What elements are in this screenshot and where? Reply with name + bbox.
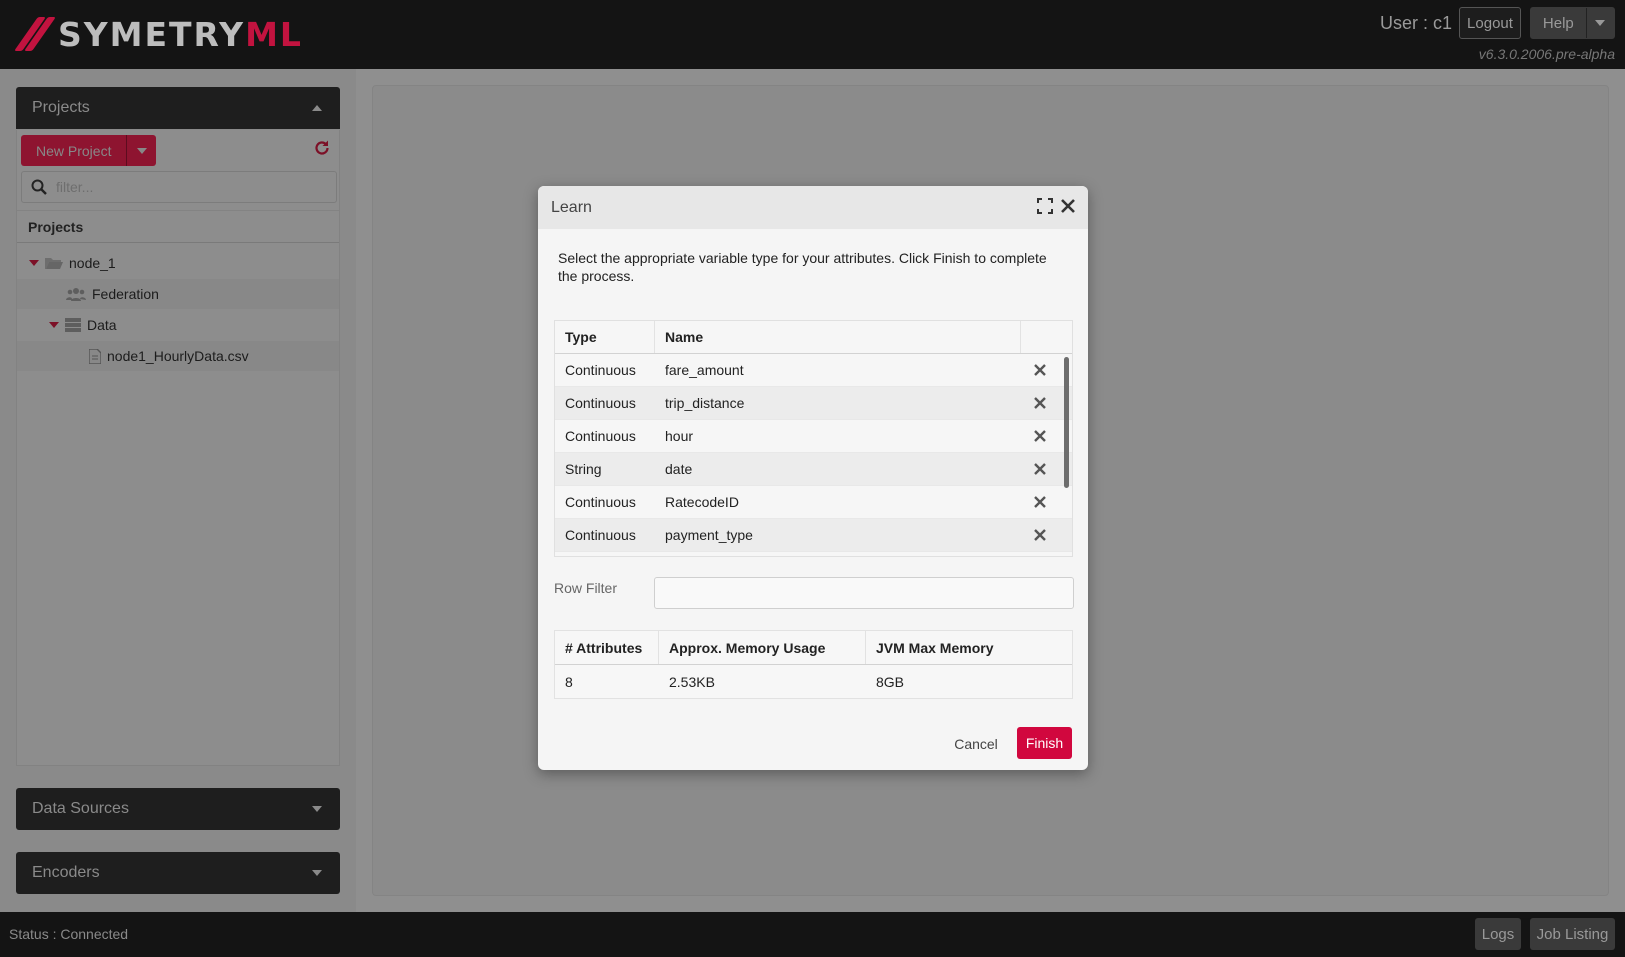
file-icon bbox=[89, 348, 101, 364]
users-icon bbox=[66, 287, 86, 301]
row-name: RatecodeID bbox=[665, 494, 739, 510]
job-listing-button[interactable]: Job Listing bbox=[1530, 918, 1615, 950]
expand-down-icon bbox=[312, 806, 322, 812]
encoders-accordion-title: Encoders bbox=[32, 864, 100, 881]
row-type[interactable]: String bbox=[555, 453, 655, 485]
tree-node-node-1[interactable]: node_1 bbox=[17, 248, 339, 278]
cancel-button[interactable]: Cancel bbox=[948, 728, 1004, 759]
symetryml-logo: SYMETRYML bbox=[14, 14, 303, 54]
row-type[interactable]: Continuous bbox=[555, 387, 655, 419]
search-icon bbox=[22, 179, 56, 195]
table-row[interactable]: Continuous trip_distance bbox=[555, 387, 1072, 420]
jvm-memory-value: 8GB bbox=[876, 674, 905, 690]
help-button-group[interactable]: Help bbox=[1530, 7, 1615, 39]
maximize-icon[interactable] bbox=[1037, 198, 1053, 214]
left-panel: Projects New Project Projects node_1 bbox=[0, 69, 356, 912]
table-row[interactable]: Continuous RatecodeID bbox=[555, 486, 1072, 519]
expand-down-icon bbox=[312, 870, 322, 876]
stats-header: # Attributes Approx. Memory Usage JVM Ma… bbox=[555, 631, 1072, 665]
row-type[interactable]: Continuous bbox=[555, 420, 655, 452]
row-filter-input[interactable] bbox=[654, 577, 1074, 609]
attributes-header: # Attributes bbox=[555, 631, 659, 664]
tree-node-label: node1_HourlyData.csv bbox=[107, 348, 249, 364]
table-row[interactable]: Continuous fare_amount bbox=[555, 354, 1072, 387]
jvm-memory-header: JVM Max Memory bbox=[876, 639, 994, 656]
attributes-value: 8 bbox=[565, 674, 573, 690]
caret-down-icon bbox=[136, 147, 147, 154]
tree-node-label: Data bbox=[87, 317, 117, 333]
column-header-name[interactable]: Name bbox=[655, 321, 1021, 353]
memory-usage-value: 2.53KB bbox=[669, 674, 715, 690]
help-button[interactable]: Help bbox=[1531, 8, 1587, 38]
remove-icon[interactable] bbox=[1034, 529, 1046, 541]
stats-row: 8 2.53KB 8GB bbox=[555, 665, 1072, 699]
tree-node-federation[interactable]: Federation bbox=[17, 279, 339, 309]
row-type[interactable]: Continuous bbox=[555, 519, 655, 551]
remove-icon[interactable] bbox=[1034, 463, 1046, 475]
projects-tree-header: Projects bbox=[17, 210, 339, 243]
app-header: SYMETRYML User : c1 Logout Help v6.3.0.2… bbox=[0, 0, 1625, 69]
new-project-dropdown-toggle[interactable] bbox=[127, 135, 157, 166]
remove-icon[interactable] bbox=[1034, 496, 1046, 508]
new-project-button[interactable]: New Project bbox=[21, 135, 128, 166]
logs-button[interactable]: Logs bbox=[1475, 918, 1521, 950]
caret-down-icon bbox=[1595, 20, 1606, 26]
remove-icon[interactable] bbox=[1034, 364, 1046, 376]
row-type[interactable]: Continuous bbox=[555, 486, 655, 518]
user-label: User : c1 bbox=[1380, 13, 1453, 33]
row-name: hour bbox=[665, 428, 694, 444]
logo-mark-icon bbox=[14, 14, 56, 54]
logout-button[interactable]: Logout bbox=[1459, 7, 1521, 39]
memory-stats-table: # Attributes Approx. Memory Usage JVM Ma… bbox=[554, 630, 1073, 699]
app-footer: Status : Connected Logs Job Listing bbox=[0, 912, 1625, 957]
data-sources-accordion-header[interactable]: Data Sources bbox=[16, 788, 340, 830]
tree-node-csv-file[interactable]: node1_HourlyData.csv bbox=[17, 341, 339, 371]
memory-usage-header: Approx. Memory Usage bbox=[659, 631, 866, 664]
version-label: v6.3.0.2006.pre-alpha bbox=[1478, 46, 1615, 62]
column-header-type[interactable]: Type bbox=[555, 321, 655, 353]
table-row[interactable]: Continuous payment_type bbox=[555, 519, 1072, 552]
database-icon bbox=[65, 318, 81, 332]
dialog-header: Learn bbox=[538, 186, 1088, 229]
learn-dialog: Learn Select the appropriate variable ty… bbox=[538, 186, 1088, 770]
project-filter[interactable] bbox=[21, 171, 337, 203]
new-project-button-group[interactable]: New Project bbox=[21, 135, 157, 166]
tree-node-label: node_1 bbox=[69, 255, 116, 271]
table-row[interactable]: Continuous hour bbox=[555, 420, 1072, 453]
close-icon[interactable] bbox=[1060, 198, 1076, 214]
tree-node-label: Federation bbox=[92, 286, 159, 302]
projects-accordion-header[interactable]: Projects bbox=[16, 87, 340, 129]
tree-node-data[interactable]: Data bbox=[17, 310, 339, 340]
row-type[interactable]: Continuous bbox=[555, 354, 655, 386]
help-dropdown-toggle[interactable] bbox=[1587, 20, 1614, 26]
row-name: trip_distance bbox=[665, 395, 745, 411]
dialog-title: Learn bbox=[551, 198, 592, 216]
finish-button[interactable]: Finish bbox=[1017, 727, 1072, 759]
filter-input[interactable] bbox=[56, 179, 316, 195]
variable-type-table: Type Name Continuous fare_amount Continu… bbox=[554, 320, 1073, 557]
collapse-up-icon bbox=[312, 105, 322, 111]
connection-status: Status : Connected bbox=[9, 926, 129, 942]
table-scrollbar[interactable] bbox=[1064, 357, 1069, 488]
data-sources-accordion-title: Data Sources bbox=[32, 800, 129, 817]
dialog-description: Select the appropriate variable type for… bbox=[558, 250, 1047, 284]
column-header-actions bbox=[1021, 321, 1059, 353]
row-filter-label: Row Filter bbox=[554, 580, 618, 596]
remove-icon[interactable] bbox=[1034, 397, 1046, 409]
table-row[interactable]: String date bbox=[555, 453, 1072, 486]
row-name: payment_type bbox=[665, 527, 753, 543]
folder-open-icon bbox=[45, 256, 63, 270]
table-header: Type Name bbox=[555, 321, 1072, 354]
remove-icon[interactable] bbox=[1034, 430, 1046, 442]
expand-caret-icon[interactable] bbox=[49, 322, 59, 328]
row-name: date bbox=[665, 461, 693, 477]
expand-caret-icon[interactable] bbox=[29, 260, 39, 266]
row-name: fare_amount bbox=[665, 362, 744, 378]
logo-text: SYMETRYML bbox=[58, 14, 303, 54]
projects-accordion-title: Projects bbox=[32, 99, 90, 116]
projects-panel: New Project Projects node_1 Federation bbox=[16, 130, 340, 766]
encoders-accordion-header[interactable]: Encoders bbox=[16, 852, 340, 894]
refresh-icon[interactable] bbox=[313, 139, 331, 157]
